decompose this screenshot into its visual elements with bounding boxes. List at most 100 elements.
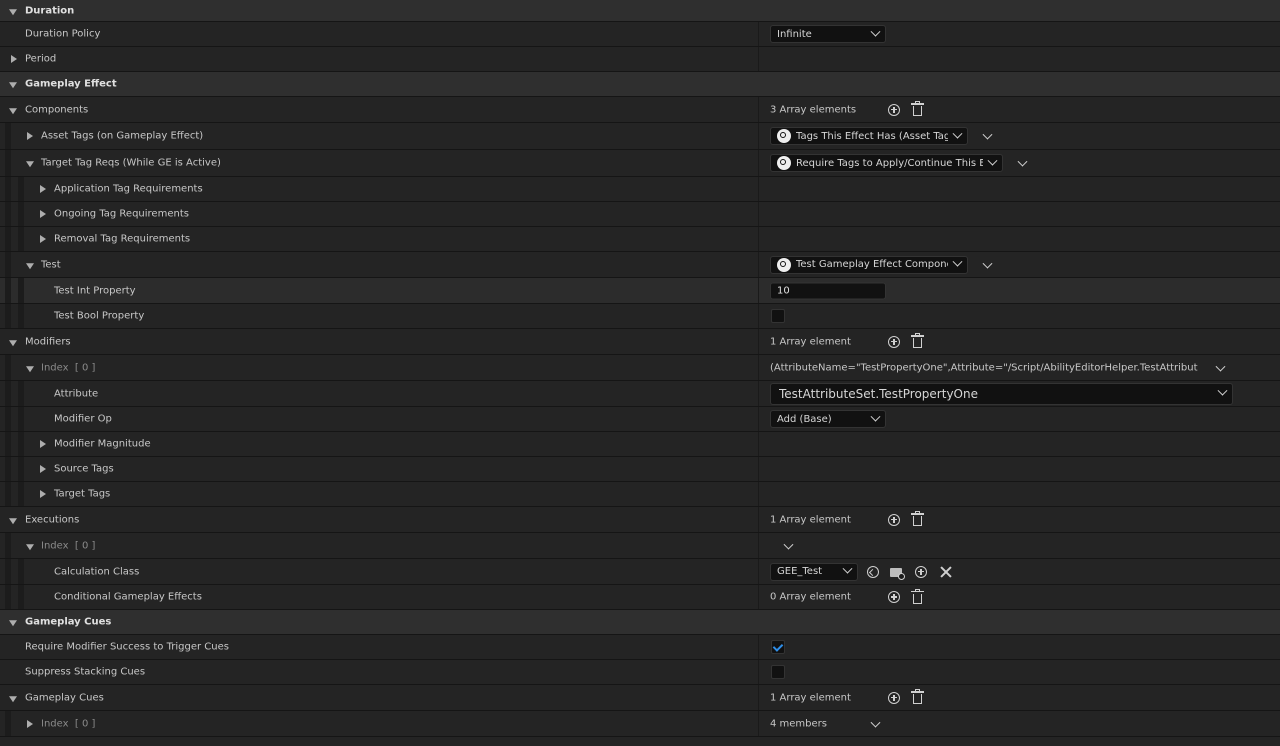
category-gameplay-effect[interactable]: Gameplay Effect: [0, 72, 1280, 97]
row-options-chevron-icon[interactable]: [982, 258, 993, 269]
property-row-application-tag-req[interactable]: Application Tag Requirements: [0, 177, 1280, 202]
test-bool-checkbox[interactable]: [771, 309, 785, 323]
property-label: Target Tag Reqs (While GE is Active): [41, 157, 221, 169]
property-row-cue-index[interactable]: Index [ 0 ] 4 members: [0, 711, 1280, 737]
property-label: Application Tag Requirements: [54, 183, 203, 195]
plus-icon: [888, 335, 900, 348]
add-element-button[interactable]: [887, 513, 901, 527]
plus-icon: [915, 565, 927, 578]
property-row-calculation-class: Calculation Class GEE_Test: [0, 559, 1280, 585]
clear-button[interactable]: [939, 565, 953, 579]
row-options-chevron-icon[interactable]: [1017, 156, 1028, 167]
property-label: Target Tags: [54, 488, 111, 500]
property-row-modifiers[interactable]: Modifiers 1 Array element: [0, 329, 1280, 355]
expand-arrow-icon[interactable]: [40, 440, 46, 448]
property-row-test[interactable]: Test Test Gameplay Effect Component: [0, 252, 1280, 278]
add-element-button[interactable]: [887, 691, 901, 705]
attribute-dropdown[interactable]: TestAttributeSet.TestPropertyOne: [770, 382, 1233, 405]
expand-arrow-icon[interactable]: [40, 465, 46, 473]
property-row-target-tag-reqs[interactable]: Target Tag Reqs (While GE is Active) Req…: [0, 150, 1280, 177]
expand-arrow-icon[interactable]: [11, 55, 17, 63]
property-label: Test Bool Property: [54, 310, 145, 322]
category-label: Duration: [25, 5, 75, 16]
category-gameplay-cues[interactable]: Gameplay Cues: [0, 610, 1280, 635]
trash-icon: [910, 511, 924, 526]
calculation-class-dropdown[interactable]: GEE_Test: [770, 562, 858, 581]
property-row-period[interactable]: Period: [0, 47, 1280, 72]
property-row-removal-tag-req[interactable]: Removal Tag Requirements: [0, 227, 1280, 252]
expand-arrow-icon[interactable]: [27, 132, 33, 140]
array-count: 1 Array element: [770, 692, 851, 703]
property-row-modifier-index[interactable]: Index [ 0 ] (AttributeName="TestProperty…: [0, 355, 1280, 381]
row-options-chevron-icon[interactable]: [783, 539, 794, 550]
delete-all-button[interactable]: [910, 689, 924, 705]
trash-icon: [910, 689, 924, 704]
property-row-target-tags[interactable]: Target Tags: [0, 482, 1280, 507]
trash-icon: [910, 588, 924, 604]
property-row-ongoing-tag-req[interactable]: Ongoing Tag Requirements: [0, 202, 1280, 227]
property-label: Removal Tag Requirements: [54, 233, 191, 245]
property-row-modifier-op: Modifier Op Add (Base): [0, 407, 1280, 432]
add-element-button[interactable]: [887, 590, 901, 604]
collapse-arrow-icon[interactable]: [9, 82, 17, 89]
property-label: Executions: [25, 514, 80, 525]
expand-arrow-icon[interactable]: [40, 210, 46, 218]
asset-tags-component-dropdown[interactable]: Tags This Effect Has (Asset Tags): [770, 127, 968, 145]
suppress-stacking-checkbox[interactable]: [771, 665, 785, 679]
delete-all-button[interactable]: [910, 101, 924, 117]
category-label: Gameplay Effect: [25, 78, 117, 90]
duration-policy-dropdown[interactable]: Infinite: [770, 25, 886, 43]
use-selected-button[interactable]: [866, 565, 880, 579]
create-new-button[interactable]: [914, 565, 928, 579]
property-row-source-tags[interactable]: Source Tags: [0, 457, 1280, 482]
property-label: Duration Policy: [25, 28, 101, 40]
property-row-test-int: Test Int Property 10: [0, 278, 1280, 304]
delete-all-button[interactable]: [910, 588, 924, 604]
property-row-execution-index[interactable]: Index [ 0 ]: [0, 533, 1280, 559]
property-label: Test Int Property: [54, 285, 136, 296]
expand-arrow-icon[interactable]: [40, 235, 46, 243]
property-label: Period: [25, 53, 57, 65]
property-row-components[interactable]: Components 3 Array elements: [0, 97, 1280, 123]
property-row-asset-tags[interactable]: Asset Tags (on Gameplay Effect) Tags Thi…: [0, 123, 1280, 150]
collapse-arrow-icon[interactable]: [9, 107, 17, 114]
expand-arrow-icon[interactable]: [40, 185, 46, 193]
row-options-chevron-icon[interactable]: [870, 717, 881, 728]
target-tag-reqs-component-dropdown[interactable]: Require Tags to Apply/Continue This Effe…: [770, 154, 1003, 172]
modifier-op-dropdown[interactable]: Add (Base): [770, 410, 886, 428]
property-label: Ongoing Tag Requirements: [54, 208, 189, 220]
property-label: Modifiers: [25, 336, 71, 347]
array-count: 1 Array element: [770, 336, 851, 347]
property-row-modifier-magnitude[interactable]: Modifier Magnitude: [0, 432, 1280, 457]
collapse-arrow-icon[interactable]: [26, 365, 34, 372]
collapse-arrow-icon[interactable]: [9, 695, 17, 702]
unreal-logo-icon: [777, 156, 791, 170]
property-label: Modifier Magnitude: [54, 438, 151, 450]
collapse-arrow-icon[interactable]: [26, 262, 34, 269]
collapse-arrow-icon[interactable]: [9, 339, 17, 346]
delete-all-button[interactable]: [910, 511, 924, 527]
delete-all-button[interactable]: [910, 333, 924, 349]
collapse-arrow-icon[interactable]: [26, 543, 34, 550]
collapse-arrow-icon[interactable]: [26, 161, 34, 168]
category-label: Gameplay Cues: [25, 616, 112, 628]
collapse-arrow-icon[interactable]: [9, 517, 17, 524]
category-duration[interactable]: Duration: [0, 0, 1280, 22]
array-count: 3 Array elements: [770, 104, 857, 115]
add-element-button[interactable]: [887, 103, 901, 117]
collapse-arrow-icon[interactable]: [9, 8, 17, 15]
browse-asset-button[interactable]: [889, 565, 905, 580]
add-element-button[interactable]: [887, 335, 901, 349]
row-options-chevron-icon[interactable]: [982, 129, 993, 140]
close-icon: [940, 566, 952, 578]
row-options-chevron-icon[interactable]: [1215, 361, 1226, 372]
expand-arrow-icon[interactable]: [40, 490, 46, 498]
collapse-arrow-icon[interactable]: [9, 620, 17, 627]
plus-icon: [888, 691, 900, 704]
property-row-executions[interactable]: Executions 1 Array element: [0, 507, 1280, 533]
property-row-gameplay-cues[interactable]: Gameplay Cues 1 Array element: [0, 685, 1280, 711]
require-modifier-success-checkbox[interactable]: [771, 640, 785, 654]
expand-arrow-icon[interactable]: [27, 719, 33, 728]
test-int-input[interactable]: 10: [770, 282, 886, 299]
test-component-dropdown[interactable]: Test Gameplay Effect Component: [770, 255, 968, 274]
